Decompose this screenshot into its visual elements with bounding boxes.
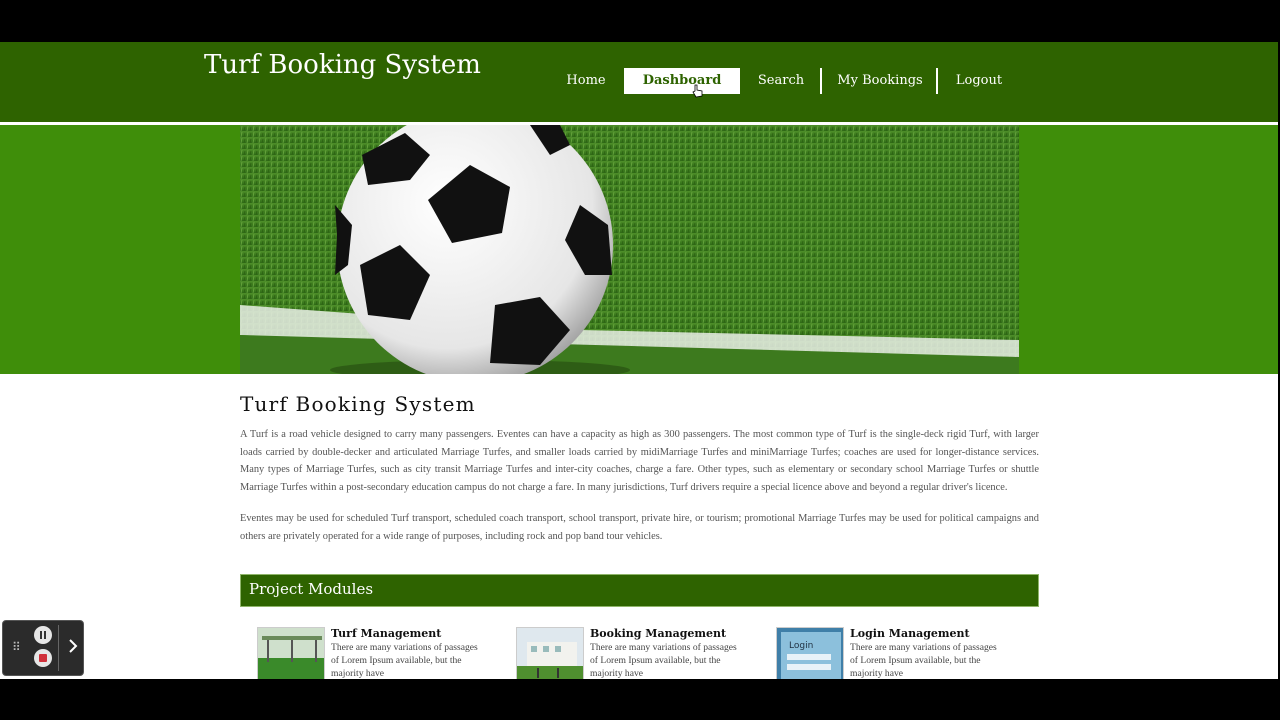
site-title[interactable]: Turf Booking System xyxy=(204,50,481,80)
recorder-divider xyxy=(58,625,59,671)
modules-header: Project Modules xyxy=(240,574,1039,607)
main-content: Turf Booking System A Turf is a road veh… xyxy=(240,392,1039,545)
pause-icon xyxy=(40,631,46,639)
module-title: Login Management xyxy=(850,627,970,640)
module-card-turf[interactable]: Turf Management There are many variation… xyxy=(257,627,487,679)
soccer-ball-banner xyxy=(240,125,1019,374)
site-header: Turf Booking System Home Dashboard Searc… xyxy=(0,42,1278,122)
screen-recorder-widget: ⠿ xyxy=(2,620,84,676)
stop-icon xyxy=(39,654,47,662)
module-card-booking[interactable]: Booking Management There are many variat… xyxy=(516,627,746,679)
banner-image xyxy=(240,125,1019,374)
stop-button[interactable] xyxy=(34,649,52,667)
nav-divider xyxy=(820,68,822,94)
modules-title: Project Modules xyxy=(249,580,374,598)
module-description: There are many variations of passages of… xyxy=(331,642,478,679)
module-thumbnail xyxy=(257,627,325,679)
login-thumbnail-image: Login xyxy=(777,628,843,679)
svg-text:Login: Login xyxy=(789,641,813,651)
module-title: Turf Management xyxy=(331,627,442,640)
nav-logout[interactable]: Logout xyxy=(950,68,1008,94)
intro-paragraph: A Turf is a road vehicle designed to car… xyxy=(240,429,1039,494)
nav-dashboard[interactable]: Dashboard xyxy=(624,68,740,94)
module-thumbnail: Login xyxy=(776,627,844,679)
nav-divider xyxy=(936,68,938,94)
pointer-cursor-icon xyxy=(692,84,703,98)
module-title: Booking Management xyxy=(590,627,727,640)
banner xyxy=(0,125,1278,374)
page-heading: Turf Booking System xyxy=(240,392,476,416)
module-description: There are many variations of passages of… xyxy=(590,642,737,679)
module-thumbnail xyxy=(516,627,584,679)
booking-thumbnail-image xyxy=(517,628,583,679)
drag-grip-icon[interactable]: ⠿ xyxy=(12,641,21,653)
nav-my-bookings[interactable]: My Bookings xyxy=(832,68,928,94)
module-description: There are many variations of passages of… xyxy=(850,642,997,679)
module-card-login[interactable]: Login Login Management There are many va… xyxy=(776,627,1006,679)
chevron-right-icon[interactable] xyxy=(65,636,81,656)
nav-home[interactable]: Home xyxy=(556,68,616,94)
browser-viewport: Turf Booking System Home Dashboard Searc… xyxy=(0,42,1278,679)
usage-paragraph: Eventes may be used for scheduled Turf t… xyxy=(240,512,1039,542)
nav-search[interactable]: Search xyxy=(750,68,812,94)
pause-button[interactable] xyxy=(34,626,52,644)
turf-thumbnail-image xyxy=(258,628,324,679)
